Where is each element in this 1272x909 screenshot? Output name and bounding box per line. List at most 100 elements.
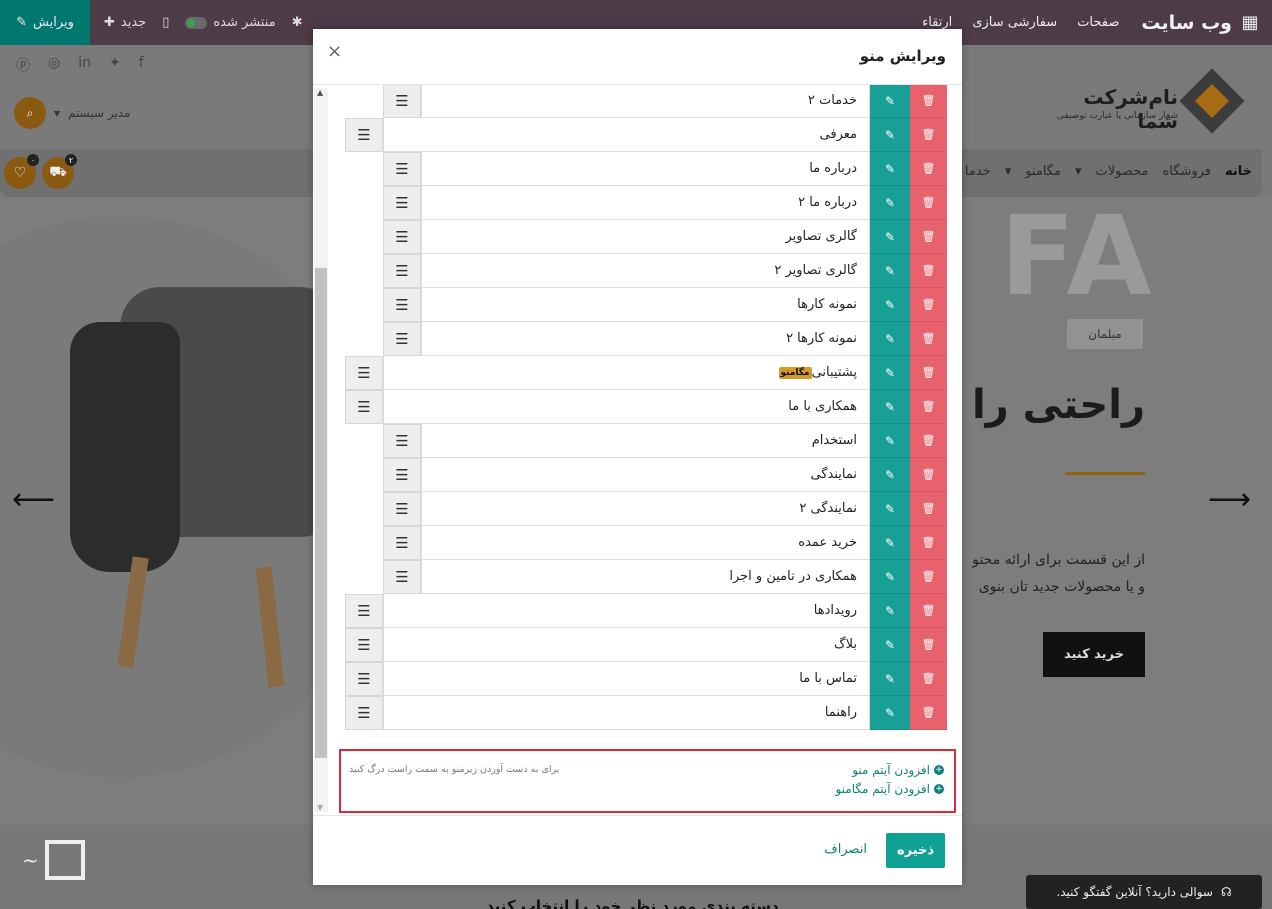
drag-handle-icon[interactable]: ☰: [345, 356, 383, 390]
drag-handle-icon[interactable]: ☰: [383, 85, 421, 118]
delete-icon[interactable]: 🗑: [910, 662, 947, 696]
drag-handle-icon[interactable]: ☰: [383, 220, 421, 254]
drag-handle-icon[interactable]: ☰: [345, 628, 383, 662]
edit-icon[interactable]: ✎: [870, 492, 910, 526]
menu-item-row[interactable]: 🗑 ✎ تماس با ما ☰: [345, 662, 947, 696]
edit-icon[interactable]: ✎: [870, 594, 910, 628]
arrow-right-icon[interactable]: ⟶: [1208, 482, 1251, 517]
menu-item-row[interactable]: 🗑 ✎ همکاری با ما ☰: [345, 390, 947, 424]
save-button[interactable]: ذخیره: [886, 833, 945, 868]
menu-item-row[interactable]: 🗑 ✎ گالری تصاویر ۲ ☰: [383, 254, 947, 288]
delete-icon[interactable]: 🗑: [910, 288, 947, 322]
drag-handle-icon[interactable]: ☰: [383, 152, 421, 186]
close-icon[interactable]: ×: [327, 41, 342, 62]
delete-icon[interactable]: 🗑: [910, 628, 947, 662]
menu-item-row[interactable]: 🗑 ✎ راهنما ☰: [345, 696, 947, 730]
delete-icon[interactable]: 🗑: [910, 152, 947, 186]
edit-icon[interactable]: ✎: [870, 526, 910, 560]
new-button[interactable]: ✚ جدید: [104, 15, 146, 30]
facebook-icon[interactable]: f: [139, 55, 144, 75]
delete-icon[interactable]: 🗑: [910, 220, 947, 254]
user-menu[interactable]: ⌕ ▾ مدیر سیستم: [14, 97, 131, 129]
menu-item-row[interactable]: 🗑 ✎ خرید عمده ☰: [383, 526, 947, 560]
delete-icon[interactable]: 🗑: [910, 696, 947, 730]
drag-handle-icon[interactable]: ☰: [383, 322, 421, 356]
scrollbar[interactable]: ▲ ▼: [314, 88, 328, 812]
drag-handle-icon[interactable]: ☰: [383, 458, 421, 492]
company-logo[interactable]: نام‌شرکت شما شعار سازمانی یا عبارت توصیف…: [1057, 65, 1245, 140]
cart-icon[interactable]: ⛟ ۲: [42, 154, 77, 189]
drag-handle-icon[interactable]: ☰: [383, 526, 421, 560]
drag-handle-icon[interactable]: ☰: [345, 390, 383, 424]
menu-item-row[interactable]: 🗑 ✎ گالری تصاویر ☰: [383, 220, 947, 254]
delete-icon[interactable]: 🗑: [910, 356, 947, 390]
toggle-switch[interactable]: [185, 16, 208, 29]
delete-icon[interactable]: 🗑: [910, 424, 947, 458]
search-icon[interactable]: ⌕: [14, 97, 46, 129]
delete-icon[interactable]: 🗑: [910, 492, 947, 526]
delete-icon[interactable]: 🗑: [910, 560, 947, 594]
edit-icon[interactable]: ✎: [870, 458, 910, 492]
site-nav-services[interactable]: خدما: [965, 164, 991, 179]
delete-icon[interactable]: 🗑: [910, 118, 947, 152]
menu-item-row[interactable]: 🗑 ✎ درباره ما ☰: [383, 152, 947, 186]
menu-item-row[interactable]: 🗑 ✎ نمایندگی ۲ ☰: [383, 492, 947, 526]
site-nav-products[interactable]: محصولات: [1095, 164, 1148, 179]
menu-item-row[interactable]: 🗑 ✎ رویدادها ☰: [345, 594, 947, 628]
published-toggle[interactable]: منتشر شده: [185, 15, 276, 30]
edit-icon[interactable]: ✎: [870, 288, 910, 322]
drag-handle-icon[interactable]: ☰: [345, 662, 383, 696]
edit-icon[interactable]: ✎: [870, 356, 910, 390]
edit-button[interactable]: ✎ ویرایش: [0, 0, 90, 45]
drag-handle-icon[interactable]: ☰: [383, 560, 421, 594]
delete-icon[interactable]: 🗑: [910, 526, 947, 560]
delete-icon[interactable]: 🗑: [910, 85, 947, 118]
menu-item-row[interactable]: 🗑 ✎ خدمات ۲ ☰: [383, 85, 947, 118]
add-mega-item-link[interactable]: + افزودن آیتم مگامنو: [835, 782, 944, 796]
edit-icon[interactable]: ✎: [870, 424, 910, 458]
debug-button[interactable]: ✱: [292, 15, 303, 30]
site-nav-megamenu[interactable]: مگامنو: [1025, 164, 1061, 179]
edit-icon[interactable]: ✎: [870, 390, 910, 424]
delete-icon[interactable]: 🗑: [910, 254, 947, 288]
drag-handle-icon[interactable]: ☰: [345, 696, 383, 730]
menu-item-row[interactable]: 🗑 ✎ همکاری در تامین و اجرا ☰: [383, 560, 947, 594]
site-nav-shop[interactable]: فروشگاه: [1162, 164, 1211, 179]
edit-icon[interactable]: ✎: [870, 560, 910, 594]
scroll-thumb[interactable]: [315, 268, 327, 758]
edit-icon[interactable]: ✎: [870, 186, 910, 220]
brand-title[interactable]: وب سایت: [1141, 12, 1232, 34]
scroll-up-icon[interactable]: ▲: [317, 88, 323, 97]
delete-icon[interactable]: 🗑: [910, 458, 947, 492]
edit-icon[interactable]: ✎: [870, 628, 910, 662]
edit-icon[interactable]: ✎: [870, 118, 910, 152]
menu-item-row[interactable]: 🗑 ✎ بلاگ ☰: [345, 628, 947, 662]
delete-icon[interactable]: 🗑: [910, 390, 947, 424]
drag-handle-icon[interactable]: ☰: [383, 424, 421, 458]
cancel-button[interactable]: انصراف: [824, 842, 867, 857]
menu-item-row[interactable]: 🗑 ✎ معرفی ☰: [345, 118, 947, 152]
buy-button[interactable]: خرید کنید: [1043, 632, 1145, 677]
site-nav-home[interactable]: خانه: [1225, 164, 1252, 179]
drag-handle-icon[interactable]: ☰: [383, 254, 421, 288]
edit-icon[interactable]: ✎: [870, 662, 910, 696]
instagram-icon[interactable]: ◎: [48, 55, 60, 75]
menu-item-row[interactable]: 🗑 ✎ استخدام ☰: [383, 424, 947, 458]
apps-grid-icon[interactable]: ▦: [1232, 12, 1268, 33]
menu-item-row[interactable]: 🗑 ✎ نمایندگی ☰: [383, 458, 947, 492]
nav-customize[interactable]: سفارشی سازی: [972, 15, 1057, 30]
nav-upgrade[interactable]: ارتقاء: [922, 15, 952, 30]
twitter-icon[interactable]: ✦: [109, 55, 121, 75]
drag-handle-icon[interactable]: ☰: [383, 288, 421, 322]
edit-icon[interactable]: ✎: [870, 85, 910, 118]
menu-item-row[interactable]: 🗑 ✎ پشتیبانی مگامنو ☰: [345, 356, 947, 390]
delete-icon[interactable]: 🗑: [910, 322, 947, 356]
menu-item-row[interactable]: 🗑 ✎ نمونه کارها ☰: [383, 288, 947, 322]
add-menu-item-link[interactable]: + افزودن آیتم منو: [852, 763, 944, 777]
drag-handle-icon[interactable]: ☰: [383, 492, 421, 526]
pinterest-icon[interactable]: ⓟ: [16, 55, 30, 75]
nav-pages[interactable]: صفحات: [1077, 15, 1119, 30]
edit-icon[interactable]: ✎: [870, 254, 910, 288]
live-chat-button[interactable]: ☊ سوالی دارید؟ آنلاین گفتگو کنید.: [1026, 875, 1262, 909]
edit-icon[interactable]: ✎: [870, 322, 910, 356]
